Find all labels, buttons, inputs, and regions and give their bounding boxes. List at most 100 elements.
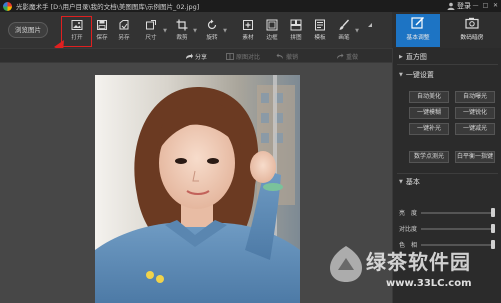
brush-label: 画笔	[338, 35, 350, 41]
tab-basic-adjust[interactable]: 基本调整	[396, 14, 440, 47]
slider-handle[interactable]	[491, 224, 495, 233]
darkroom-icon	[465, 17, 479, 29]
slider-track[interactable]	[421, 228, 493, 230]
auto-exposure-button[interactable]: 自动曝光	[455, 91, 495, 103]
slider-handle[interactable]	[491, 208, 495, 217]
save-label: 保存	[96, 35, 108, 41]
redo-button[interactable]: 重做	[336, 52, 358, 61]
border-label: 边框	[266, 35, 278, 41]
basic-header[interactable]: ▼ 基本	[399, 177, 420, 187]
login-label: 登录	[457, 2, 471, 10]
title-bar: 光影魔术手 [D:\用户目录\我的文档\美图图库\示例图片_02.jpg] 登录…	[0, 0, 501, 12]
one-click-title: 一键设置	[405, 71, 434, 79]
one-click-sharpen-button[interactable]: 一键锐化	[455, 107, 495, 119]
one-click-fill-light-button[interactable]: 一键补光	[409, 123, 449, 135]
basic-title: 基本	[405, 178, 420, 186]
save-icon	[97, 20, 107, 30]
divider	[397, 173, 498, 174]
rotate-icon	[207, 19, 217, 30]
site-watermark: 绿茶软件园 www.33LC.com	[326, 244, 496, 300]
border-icon	[266, 19, 278, 31]
close-button[interactable]: ✕	[492, 1, 499, 9]
chevron-down-icon[interactable]: ▼	[355, 28, 359, 34]
collage-button[interactable]: 拼图	[286, 16, 306, 44]
template-label: 模板	[314, 35, 326, 41]
share-label: 分享	[195, 54, 208, 61]
secondary-toolbar: 分享 原图对比 撤销 重做	[0, 48, 392, 63]
template-icon	[315, 19, 325, 31]
one-click-blur-button[interactable]: 一键模糊	[409, 107, 449, 119]
auto-beautify-button[interactable]: 自动美化	[409, 91, 449, 103]
one-click-header[interactable]: ▼ 一键设置	[399, 70, 434, 80]
share-icon	[186, 53, 193, 59]
rotate-button[interactable]: 旋转 ▼	[202, 16, 227, 44]
contrast-label: 对比度	[399, 226, 418, 233]
collapse-arrow-icon: ▶	[399, 54, 403, 60]
contrast-slider[interactable]: 对比度	[399, 224, 497, 233]
chevron-down-icon[interactable]: ▼	[223, 28, 227, 34]
save-as-label: 另存	[118, 35, 130, 41]
browse-images-button[interactable]: 浏览图片	[8, 22, 48, 38]
rotate-label: 旋转	[206, 35, 218, 41]
resize-label: 尺寸	[145, 35, 157, 41]
compare-icon	[226, 53, 234, 60]
border-button[interactable]: 边框	[262, 16, 282, 44]
save-as-button[interactable]: 另存	[114, 16, 134, 44]
window-title: 光影魔术手 [D:\用户目录\我的文档\美图图库\示例图片_02.jpg]	[16, 3, 200, 11]
collage-label: 拼图	[290, 35, 302, 41]
chevron-down-icon[interactable]: ▼	[163, 28, 167, 34]
collage-icon	[290, 19, 302, 31]
maximize-button[interactable]: □	[482, 1, 489, 9]
material-button[interactable]: 素材	[238, 16, 258, 44]
portrait-photo	[95, 75, 300, 303]
material-icon	[243, 20, 253, 30]
basic-adjust-icon	[411, 17, 424, 29]
crop-icon	[176, 19, 188, 31]
crop-label: 裁剪	[176, 35, 188, 41]
brightness-slider[interactable]: 亮 度	[399, 208, 497, 217]
divider	[397, 64, 498, 65]
white-balance-button[interactable]: 白平衡一指键	[455, 151, 495, 163]
photo-preview	[95, 75, 300, 303]
minimize-button[interactable]: —	[472, 1, 479, 9]
window-controls: — □ ✕	[472, 1, 499, 9]
resize-icon	[146, 20, 156, 30]
resize-button[interactable]: 尺寸 ▼	[140, 16, 167, 44]
undo-icon	[276, 53, 283, 59]
login-button[interactable]: 登录	[447, 1, 471, 11]
save-button[interactable]: 保存	[92, 16, 112, 44]
one-click-reduce-light-button[interactable]: 一键减光	[455, 123, 495, 135]
slider-track[interactable]	[421, 212, 493, 214]
brightness-label: 亮 度	[399, 210, 418, 217]
tab-basic-adjust-label: 基本调整	[406, 35, 430, 41]
share-button[interactable]: 分享	[185, 52, 207, 61]
panel-tabs: 基本调整 数码暗房	[392, 12, 501, 48]
brush-icon	[339, 19, 350, 30]
watermark-url: www.33LC.com	[386, 278, 472, 289]
histogram-title: 直方图	[405, 53, 427, 61]
watermark-logo-icon	[330, 246, 362, 282]
undo-button[interactable]: 撤销	[276, 52, 298, 61]
more-tools-button[interactable]	[364, 16, 376, 44]
user-icon	[447, 2, 455, 10]
expand-arrow-icon: ▼	[399, 179, 403, 185]
watermark-brand: 绿茶软件园	[366, 250, 471, 274]
app-logo-icon	[3, 1, 12, 11]
crop-button[interactable]: 裁剪 ▼	[172, 16, 197, 44]
redo-label: 重做	[346, 54, 359, 61]
tab-digital-darkroom[interactable]: 数码暗房	[450, 14, 494, 47]
redo-icon	[337, 53, 344, 59]
tab-digital-darkroom-label: 数码暗房	[460, 35, 484, 41]
material-label: 素材	[242, 35, 254, 41]
compare-button[interactable]: 原图对比	[226, 52, 260, 61]
spot-metering-button[interactable]: 数学点测光	[409, 151, 449, 163]
histogram-header[interactable]: ▶ 直方图	[399, 52, 427, 62]
more-arrow-icon	[368, 23, 372, 27]
chevron-down-icon[interactable]: ▼	[193, 28, 197, 34]
template-button[interactable]: 模板	[310, 16, 330, 44]
save-as-icon	[119, 20, 129, 30]
compare-label: 原图对比	[236, 54, 261, 61]
undo-label: 撤销	[286, 54, 299, 61]
brush-button[interactable]: 画笔 ▼	[334, 16, 359, 44]
expand-arrow-icon: ▼	[399, 72, 403, 78]
